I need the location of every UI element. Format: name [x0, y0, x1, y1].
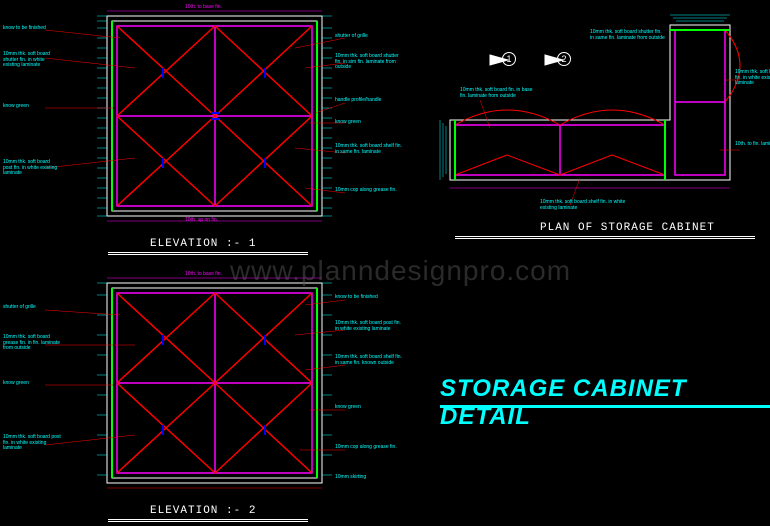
- anno-e1-tr2: 10mm thk. soft board shutter fin. in sim…: [335, 54, 405, 71]
- elevation-1-linework: [45, 8, 345, 243]
- anno-e1-tl2: 10mm thk. soft board shutter fin. in whi…: [3, 52, 58, 69]
- anno-e2-tl3: know green: [3, 381, 29, 387]
- anno-e1-tr1: shutter of grille: [335, 34, 368, 40]
- plan-underline: [455, 236, 755, 239]
- elevation-1-label: ELEVATION :- 1: [150, 238, 256, 250]
- anno-e2-tr2: 10mm thk. soft board post fin. in white …: [335, 321, 405, 332]
- anno-e1-tl3: know green: [3, 104, 29, 110]
- elevation-2-linework: [45, 275, 345, 510]
- anno-e2-bot: 10mm skirting: [335, 475, 366, 481]
- dim-bot: 10th. up on fin.: [185, 218, 218, 224]
- title-underline: [440, 405, 770, 408]
- elevation-2-underline: [108, 519, 308, 522]
- anno-e1-tr6: 10mm cop along grease fin.: [335, 188, 397, 194]
- anno-e2-tr3: 10mm thk. soft board shelf fin. in same …: [335, 355, 405, 366]
- callout-bubble-2: 2: [557, 52, 571, 66]
- plan-label: PLAN OF STORAGE CABINET: [540, 222, 715, 234]
- dim-top: 10th. to base fin.: [185, 5, 222, 11]
- plan-linework: [430, 10, 760, 220]
- drawing-title: STORAGE CABINET DETAIL: [440, 375, 770, 431]
- dim-top-2: 10th. to base fin.: [185, 272, 222, 278]
- anno-plan-l1: 10mm thk. soft board fin. in base fin. l…: [460, 88, 540, 99]
- anno-e1-tr5: 10mm thk. soft board shelf fin. in same …: [335, 144, 405, 155]
- anno-e2-tr5: 10mm cop along grease fin.: [335, 445, 397, 451]
- anno-plan-top: 10mm thk. soft board shutter fin. in sam…: [590, 30, 665, 41]
- anno-plan-r1: 10mm thk. soft board shelf fin. in white…: [735, 70, 770, 87]
- anno-plan-bot: 10mm thk. soft board shelf fin. in white…: [540, 200, 630, 211]
- anno-e2-tl2: 10mm thk. soft board grease fin. in fin.…: [3, 335, 63, 352]
- anno-e2-tr4: know green: [335, 405, 361, 411]
- anno-e2-tl1: shutter of grille: [3, 305, 36, 311]
- elevation-2-view: 10th. to base fin. shutter of grille 10m…: [45, 275, 345, 510]
- cad-drawing-canvas: 10th. to base fin. know to be finished 1…: [0, 0, 770, 526]
- anno-e2-tl4: 10mm thk. soft board post fin. in white …: [3, 435, 63, 452]
- plan-view: 1 2 10mm thk. soft board shutter fin. in…: [430, 10, 760, 220]
- anno-e1-tl1: know to be finished: [3, 26, 46, 32]
- anno-e2-tr1: know to be finished: [335, 295, 378, 301]
- anno-e1-tr3: handle profile/handle: [335, 98, 381, 104]
- elevation-2-label: ELEVATION :- 2: [150, 505, 256, 517]
- elevation-1-view: 10th. to base fin. know to be finished 1…: [45, 8, 345, 243]
- anno-plan-r2: 10th. to fin. laminate: [735, 142, 770, 148]
- anno-e1-tl4: 10mm thk. soft board post fin. in white …: [3, 160, 58, 177]
- watermark-text: www.planndesignpro.com: [230, 255, 571, 287]
- anno-e1-tr4: know green: [335, 120, 361, 126]
- callout-bubble-1: 1: [502, 52, 516, 66]
